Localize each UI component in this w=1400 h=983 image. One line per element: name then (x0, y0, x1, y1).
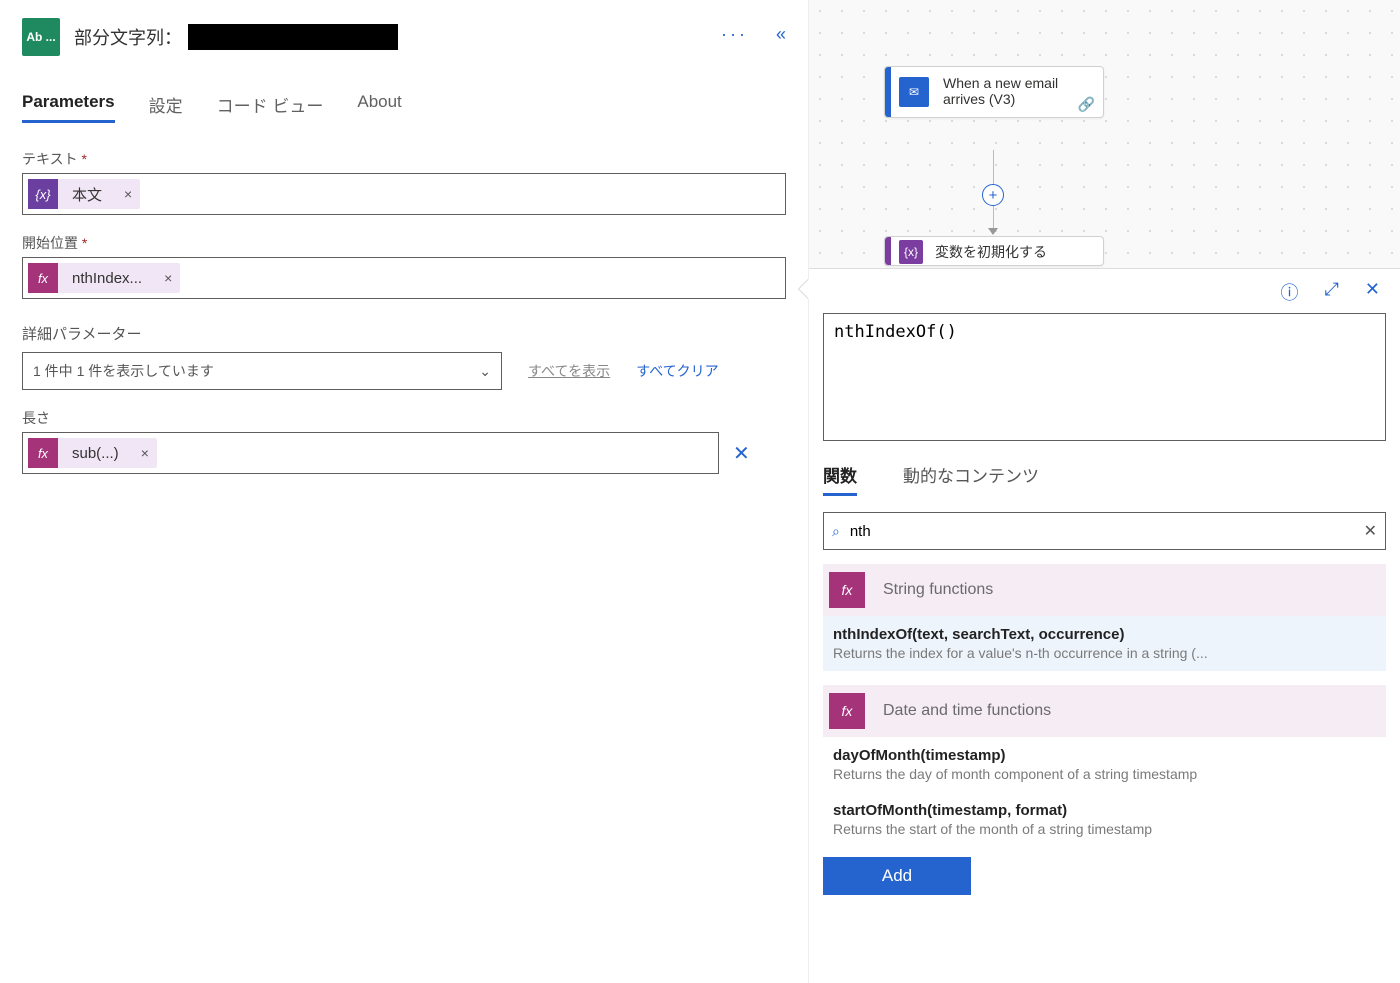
show-all-link[interactable]: すべてを表示 (528, 361, 610, 381)
fx-icon: fx (829, 693, 865, 729)
redacted-title (188, 24, 398, 50)
add-button[interactable]: Add (823, 857, 971, 895)
fx-icon: fx (28, 263, 58, 293)
clear-search-icon[interactable]: ✕ (1364, 521, 1377, 541)
token-label: nthIndex... (58, 270, 156, 287)
flow-card-trigger[interactable]: ✉ When a new email arrives (V3) 🔗 (884, 66, 1104, 118)
fx-icon: fx (829, 572, 865, 608)
token-sub[interactable]: fx sub(...) × (28, 438, 157, 468)
fn-description: Returns the start of the month of a stri… (833, 821, 1380, 837)
fn-description: Returns the day of month component of a … (833, 766, 1380, 782)
expand-icon[interactable]: ⤢ (1325, 279, 1339, 305)
add-step-button[interactable]: + (982, 184, 1004, 206)
flow-canvas[interactable]: ✉ When a new email arrives (V3) 🔗 + {x} … (809, 0, 1400, 265)
clear-field-icon[interactable]: ✕ (733, 441, 750, 466)
tab-settings[interactable]: 設定 (149, 92, 183, 123)
category-string[interactable]: fx String functions (823, 564, 1386, 616)
variable-icon: {x} (28, 179, 58, 209)
link-icon: 🔗 (1078, 96, 1095, 113)
label-start: 開始位置 (22, 235, 78, 251)
label-length: 長さ (22, 408, 786, 428)
tab-code-view[interactable]: コード ビュー (217, 92, 324, 123)
card-title: 変数を初期化する (931, 237, 1103, 265)
action-type-badge: Ab ... (22, 18, 60, 56)
outlook-icon: ✉ (899, 77, 929, 107)
token-remove-icon[interactable]: × (116, 186, 140, 202)
category-name: String functions (883, 581, 993, 599)
token-nthindex[interactable]: fx nthIndex... × (28, 263, 180, 293)
search-input[interactable] (850, 523, 1354, 540)
token-remove-icon[interactable]: × (133, 445, 157, 461)
tab-dynamic-content[interactable]: 動的なコンテンツ (903, 462, 1039, 496)
tab-about[interactable]: About (357, 92, 401, 123)
input-text[interactable]: {x} 本文 × (22, 173, 786, 215)
flow-card-init-variable[interactable]: {x} 変数を初期化する (884, 236, 1104, 266)
info-icon[interactable]: ⓘ (1281, 279, 1299, 305)
fn-description: Returns the index for a value's n-th occ… (833, 645, 1380, 661)
category-datetime[interactable]: fx Date and time functions (823, 685, 1386, 737)
tab-functions[interactable]: 関数 (823, 462, 857, 496)
expression-popup: ⓘ ⤢ ✕ 関数 動的なコンテンツ ⌕ ✕ fx String function… (809, 268, 1400, 983)
popup-arrow (799, 279, 809, 299)
variable-icon: {x} (899, 240, 923, 264)
arrow-down-icon (988, 228, 998, 235)
close-icon[interactable]: ✕ (1365, 279, 1380, 305)
fn-nthindexof[interactable]: nthIndexOf(text, searchText, occurrence)… (823, 616, 1386, 671)
connector-line (993, 150, 994, 184)
clear-all-link[interactable]: すべてクリア (636, 361, 718, 381)
token-label: sub(...) (58, 445, 133, 462)
token-body[interactable]: {x} 本文 × (28, 179, 140, 209)
label-text: テキスト (22, 151, 78, 167)
fn-signature: startOfMonth(timestamp, format) (833, 802, 1380, 819)
panel-title: 部分文字列： (74, 24, 182, 50)
card-accent (885, 237, 891, 265)
more-icon[interactable]: ··· (721, 24, 748, 45)
token-remove-icon[interactable]: × (156, 270, 180, 286)
expression-input[interactable] (823, 313, 1386, 441)
fn-signature: dayOfMonth(timestamp) (833, 747, 1380, 764)
advanced-params-title: 詳細パラメーター (22, 323, 786, 344)
advanced-params-select[interactable]: 1 件中 1 件を表示しています ⌄ (22, 352, 502, 390)
function-search[interactable]: ⌕ ✕ (823, 512, 1386, 550)
required-marker: * (81, 151, 86, 167)
token-label: 本文 (58, 184, 116, 205)
fx-icon: fx (28, 438, 58, 468)
select-value: 1 件中 1 件を表示しています (33, 361, 214, 381)
card-accent (885, 67, 891, 117)
tab-parameters[interactable]: Parameters (22, 92, 115, 123)
input-start[interactable]: fx nthIndex... × (22, 257, 786, 299)
search-icon: ⌕ (832, 523, 840, 540)
category-name: Date and time functions (883, 702, 1051, 720)
input-length[interactable]: fx sub(...) × (22, 432, 719, 474)
fn-signature: nthIndexOf(text, searchText, occurrence) (833, 626, 1380, 643)
fn-dayofmonth[interactable]: dayOfMonth(timestamp) Returns the day of… (823, 737, 1386, 792)
chevron-down-icon: ⌄ (479, 363, 491, 380)
connector-line (993, 206, 994, 230)
required-marker: * (82, 235, 87, 251)
collapse-icon[interactable]: « (776, 24, 786, 45)
fn-startofmonth[interactable]: startOfMonth(timestamp, format) Returns … (823, 792, 1386, 847)
